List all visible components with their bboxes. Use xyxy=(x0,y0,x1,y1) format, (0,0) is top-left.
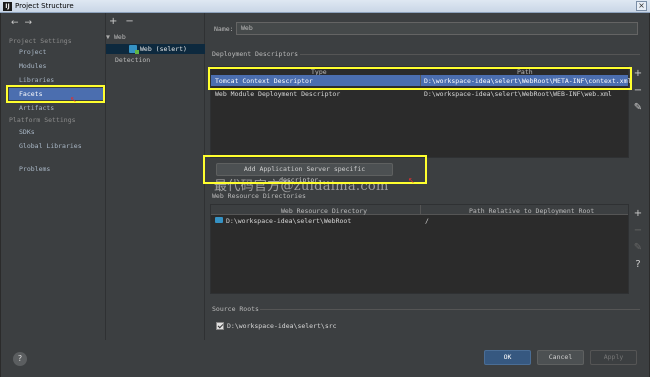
facet-tree-panel: + − ▼ Web Web (selert) Detection xyxy=(105,13,205,340)
cursor-mark: ↖ xyxy=(70,95,77,104)
wr-help-icon[interactable]: ? xyxy=(632,259,644,270)
platform-settings-heading: Platform Settings xyxy=(9,116,76,124)
cancel-button[interactable]: Cancel xyxy=(537,350,584,365)
dd-remove-icon[interactable]: − xyxy=(632,85,644,96)
wr-remove-icon[interactable]: − xyxy=(632,225,644,236)
source-root-item[interactable]: D:\workspace-idea\selert\src xyxy=(216,322,337,330)
web-resource-directories-label: Web Resource Directories xyxy=(212,192,306,200)
window-titlebar: IJ Project Structure × xyxy=(0,0,650,13)
dd-edit-icon[interactable]: ✎ xyxy=(632,102,644,113)
wr-edit-icon[interactable]: ✎ xyxy=(632,242,644,253)
dd-row-path: D:\workspace-idea\selert\WebRoot\WEB-INF… xyxy=(424,90,612,98)
window-title: Project Structure xyxy=(15,2,74,10)
cursor-mark: ↖ xyxy=(408,176,415,185)
source-roots-label: Source Roots xyxy=(212,305,259,313)
settings-nav: ← → Project Settings Project Modules Libr… xyxy=(5,13,105,340)
section-divider xyxy=(260,309,640,310)
expand-arrow-icon[interactable]: ▼ xyxy=(106,33,114,41)
help-button[interactable]: ? xyxy=(13,352,27,366)
highlight-context-descriptor xyxy=(208,67,632,90)
ok-button[interactable]: OK xyxy=(484,350,531,365)
tree-node-web-label: Web xyxy=(114,33,126,41)
intellij-icon: IJ xyxy=(3,2,12,11)
highlight-add-descriptor xyxy=(203,155,427,184)
wr-column-dir[interactable]: Web Resource Directory xyxy=(281,207,367,215)
dd-add-icon[interactable]: + xyxy=(632,68,644,79)
dd-row-type: Web Module Deployment Descriptor xyxy=(215,90,341,98)
tree-node-detection[interactable]: Detection xyxy=(115,56,150,64)
wr-row-path: / xyxy=(425,217,429,225)
nav-item-global-libraries[interactable]: Global Libraries xyxy=(19,142,82,150)
highlight-facets xyxy=(6,85,105,103)
add-facet-icon[interactable]: + xyxy=(109,16,117,27)
close-window-button[interactable]: × xyxy=(636,1,647,11)
nav-item-project[interactable]: Project xyxy=(19,48,46,56)
apply-button[interactable]: Apply xyxy=(590,350,637,365)
folder-icon xyxy=(215,217,223,223)
checkbox-checked-icon[interactable] xyxy=(216,322,224,330)
nav-item-libraries[interactable]: Libraries xyxy=(19,76,54,84)
name-label: Name: xyxy=(214,25,234,33)
nav-arrows: ← → xyxy=(11,18,38,28)
nav-item-sdks[interactable]: SDKs xyxy=(19,128,35,136)
tree-node-web-selert-label: Web (selert) xyxy=(140,45,187,53)
remove-facet-icon[interactable]: − xyxy=(125,16,133,27)
section-divider xyxy=(300,54,640,55)
web-facet-icon xyxy=(129,45,139,54)
nav-item-modules[interactable]: Modules xyxy=(19,62,46,70)
nav-item-artifacts[interactable]: Artifacts xyxy=(19,104,54,112)
wr-table-header: Web Resource Directory Path Relative to … xyxy=(211,205,628,215)
project-settings-heading: Project Settings xyxy=(9,37,72,45)
tree-toolbar: + − xyxy=(109,16,142,27)
wr-column-path[interactable]: Path Relative to Deployment Root xyxy=(469,207,594,215)
tree-node-web-selert[interactable]: Web (selert) xyxy=(106,44,205,54)
name-field[interactable]: Web xyxy=(236,22,638,35)
wr-add-icon[interactable]: + xyxy=(632,208,644,219)
wr-row-dir: D:\workspace-idea\selert\WebRoot xyxy=(226,217,352,225)
back-arrow-icon[interactable]: ← xyxy=(11,18,19,28)
source-root-path: D:\workspace-idea\selert\src xyxy=(227,322,337,330)
deployment-descriptors-label: Deployment Descriptors xyxy=(212,50,299,58)
forward-arrow-icon[interactable]: → xyxy=(25,18,33,28)
nav-item-problems[interactable]: Problems xyxy=(19,165,50,173)
table-row[interactable]: D:\workspace-idea\selert\WebRoot / xyxy=(211,216,628,226)
tree-node-web[interactable]: ▼ Web xyxy=(106,33,126,41)
web-resource-table[interactable]: Web Resource Directory Path Relative to … xyxy=(210,204,629,294)
